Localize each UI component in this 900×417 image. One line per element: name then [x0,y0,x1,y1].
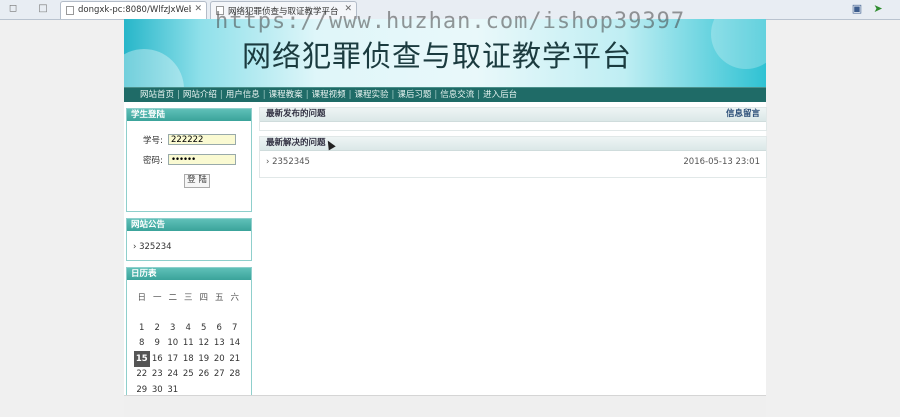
calendar-day[interactable]: 19 [196,351,212,367]
latest-questions-box: 最新发布的问题 信息留言 [259,107,767,131]
calendar-day[interactable]: 23 [150,367,166,383]
calendar-day [227,305,243,321]
web-page: 网络犯罪侦查与取证教学平台 网站首页 | 网站介绍 | 用户信息 | 课程教案 | 课程视频 | 课… [124,19,767,417]
bullet-icon: › [133,242,137,252]
notice-item[interactable]: › 325234 [133,242,172,252]
menu-separator: | [434,90,438,100]
calendar-day[interactable]: 13 [212,336,228,352]
username-input[interactable]: 222222 [168,134,236,145]
calendar-day [150,305,166,321]
menu-separator: | [477,90,481,100]
calendar-day[interactable]: 26 [196,367,212,383]
calendar-day[interactable]: 15 [134,351,150,367]
calendar-day[interactable]: 20 [212,351,228,367]
nav-item[interactable]: 课程视频 [312,88,346,102]
calendar-day[interactable]: 17 [165,351,181,367]
calendar-day[interactable]: 4 [181,320,197,336]
calendar-day[interactable]: 7 [227,320,243,336]
calendar-day[interactable]: 6 [212,320,228,336]
list-item[interactable]: › 2352345 2016-05-13 23:01 [266,157,760,167]
calendar-day[interactable]: 18 [181,351,197,367]
menu-separator: | [177,90,180,100]
latest-questions-title: 最新发布的问题 [266,109,326,119]
calendar-day[interactable]: 16 [150,351,166,367]
calendar-weekday: 五 [214,292,224,303]
solved-questions-box: 最新解决的问题 › 2352345 2016-05-13 23:01 [259,136,767,178]
watermark-text: https://www.huzhan.com/ishop39397 [215,9,686,34]
calendar-weekday: 日 [137,292,146,303]
calendar-day [212,305,228,321]
notice-panel-title: 网站公告 [127,219,251,231]
nav-item[interactable]: 网站介绍 [183,88,217,102]
nav-item[interactable]: 信息交流 [440,88,474,102]
nav-item[interactable]: 课后习题 [397,88,431,102]
calendar-day[interactable]: 1 [134,320,150,336]
page-icon: □ [38,3,48,14]
nav-item[interactable]: 课程实验 [354,88,388,102]
notice-item-text: 325234 [139,242,172,252]
login-panel-title: 学生登陆 [127,109,251,121]
back-arrow-icon[interactable]: ➤ [871,2,885,16]
calendar-day[interactable]: 8 [134,336,150,352]
menu-separator: | [262,90,266,100]
calendar-day[interactable]: 21 [227,351,243,367]
menu-separator: | [391,90,395,100]
calendar-day[interactable]: 12 [196,336,212,352]
menu-separator: | [305,90,309,100]
calendar-day [165,305,181,321]
nav-item[interactable]: 进入后台 [483,88,517,102]
calendar-panel-title: 日历表 [127,268,251,280]
password-input[interactable]: •••••• [168,154,236,165]
close-tab-icon[interactable]: ✕ [194,4,202,14]
calendar-panel: 日历表 日一二三四五六 1 2 3 4 5 6 7 8 9 10 11 12 13 14 15 16 17 18 19… [126,267,252,407]
calendar-day[interactable]: 27 [212,367,228,383]
main-nav: 网站首页 | 网站介绍 | 用户信息 | 课程教案 | 课程视频 | 课程实验 | 课后习题 | 信息交流 |… [124,87,766,102]
page-favicon-icon [66,6,74,15]
password-label: 密码: [143,156,163,166]
bullet-icon: › [266,157,270,167]
calendar-day[interactable]: 5 [196,320,212,336]
calendar-day [134,305,150,321]
login-panel: 学生登陆 学号: 222222 密码: •••••• 登 陆 [126,108,252,212]
back-icon[interactable]: ◻ [6,2,20,16]
calendar-day [181,305,197,321]
site-title: 网络犯罪侦查与取证教学平台 [242,39,633,73]
solved-questions-title: 最新解决的问题 [266,138,326,148]
latest-questions-header: 最新发布的问题 信息留言 [260,108,766,122]
footer [124,395,766,417]
nav-item[interactable]: 网站首页 [140,88,174,102]
guestbook-link[interactable]: 信息留言 [726,108,760,121]
browser-tab-1[interactable]: dongxk-pc:8080/WlfzJxWeb ✕ [60,1,207,19]
calendar-day[interactable]: 14 [227,336,243,352]
calendar-day [196,305,212,321]
nav-item[interactable]: 课程教案 [269,88,303,102]
nav-item[interactable]: 用户信息 [226,88,260,102]
calendar-day[interactable]: 10 [165,336,181,352]
calendar-weekday: 六 [230,292,239,303]
calendar-grid: 日一二三四五六 1 2 3 4 5 6 7 8 9 10 11 12 13 14 15 16 17 18 19 20 21… [134,289,243,398]
calendar-day[interactable]: 25 [181,367,197,383]
menu-separator: | [219,90,223,100]
calendar-day[interactable]: 9 [150,336,166,352]
calendar-day[interactable]: 3 [165,320,181,336]
calendar-day[interactable]: 24 [165,367,181,383]
calendar-day[interactable]: 22 [134,367,150,383]
login-button[interactable]: 登 陆 [184,174,210,188]
notice-panel: 网站公告 › 325234 [126,218,252,261]
solved-questions-header: 最新解决的问题 [260,137,766,151]
calendar-weekday: 三 [183,292,193,303]
calendar-weekday: 四 [199,292,208,303]
bookmark-icon[interactable]: ▣ [850,2,864,16]
question-text: 2352345 [272,157,310,167]
menu-separator: | [348,90,352,100]
question-date: 2016-05-13 23:01 [683,157,760,167]
calendar-day[interactable]: 28 [227,367,243,383]
calendar-weekday: 一 [152,292,162,303]
calendar-day[interactable]: 2 [150,320,166,336]
username-label: 学号: [143,136,163,146]
tab-title: dongxk-pc:8080/WlfzJxWeb [78,5,191,15]
calendar-day[interactable]: 11 [181,336,197,352]
calendar-weekday: 二 [168,292,177,303]
